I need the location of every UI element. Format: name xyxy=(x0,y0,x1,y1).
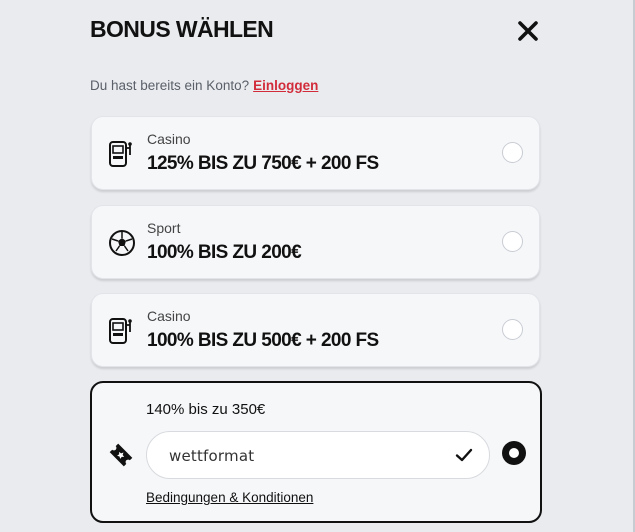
promo-title: 140% bis zu 350€ xyxy=(146,401,266,418)
account-prompt-text: Du hast bereits ein Konto? xyxy=(90,78,250,93)
bonus-offer: 100% BIS ZU 500€ + 200 FS xyxy=(147,330,379,351)
bonus-radio[interactable] xyxy=(502,231,523,252)
login-link[interactable]: Einloggen xyxy=(253,78,318,93)
promo-code-input[interactable] xyxy=(167,432,451,480)
bonus-offer: 125% BIS ZU 750€ + 200 FS xyxy=(147,153,379,174)
bonus-radio[interactable] xyxy=(502,319,523,340)
terms-link[interactable]: Bedingungen & Konditionen xyxy=(146,490,313,505)
slot-machine-icon xyxy=(108,139,136,169)
bonus-option-sport-200[interactable]: Sport 100% BIS ZU 200€ xyxy=(91,205,540,279)
bonus-option-casino-750[interactable]: Casino 125% BIS ZU 750€ + 200 FS xyxy=(91,116,540,190)
bonus-option-promo-code[interactable]: 140% bis zu 350€ Bedingungen & Kondition… xyxy=(90,381,542,523)
promo-code-field[interactable] xyxy=(146,431,490,480)
bonus-radio-selected[interactable] xyxy=(502,441,526,465)
bonus-option-casino-500[interactable]: Casino 100% BIS ZU 500€ + 200 FS xyxy=(91,293,540,367)
bonus-category: Casino xyxy=(147,308,191,324)
bonus-offer: 100% BIS ZU 200€ xyxy=(147,242,302,263)
page-title: BONUS WÄHLEN xyxy=(90,16,274,42)
bonus-category: Sport xyxy=(147,220,181,236)
bonus-radio[interactable] xyxy=(502,142,523,163)
bonus-category: Casino xyxy=(147,131,191,147)
check-icon xyxy=(455,446,473,464)
slot-machine-icon xyxy=(108,316,136,346)
close-icon[interactable] xyxy=(515,18,541,44)
soccer-ball-icon xyxy=(108,228,136,258)
ticket-icon xyxy=(106,440,136,470)
account-prompt: Du hast bereits ein Konto? Einloggen xyxy=(90,78,318,93)
